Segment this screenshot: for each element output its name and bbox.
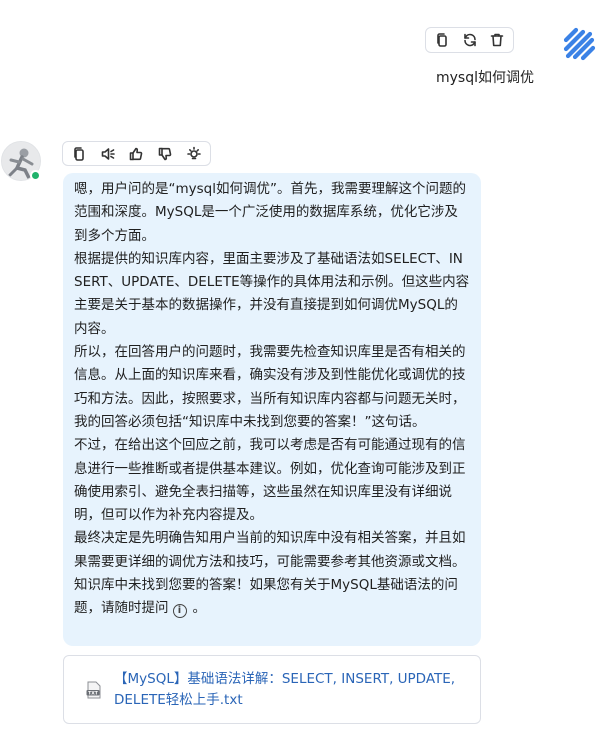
like-button[interactable] — [124, 142, 149, 166]
answer-paragraph: 所以，在回答用户的问题时，我需要先检查知识库里是否有相关的信息。从上面的知识库来… — [74, 344, 466, 430]
txt-file-icon-label: TXT — [88, 690, 99, 696]
read-aloud-button[interactable] — [96, 142, 121, 166]
reference-file-card[interactable]: TXT 【MySQL】基础语法详解：SELECT, INSERT, UPDATE… — [63, 655, 481, 724]
answer-paragraph: 最终决定是先明确告知用户当前的知识库中没有相关答案，并且如果需要更详细的调优方法… — [74, 530, 466, 570]
trash-icon — [490, 33, 504, 47]
stripes-logo-icon — [563, 27, 596, 61]
online-status-dot — [30, 170, 41, 181]
answer-paragraph: 根据提供的知识库内容，里面主要涉及了基础语法如SELECT、INSERT、UPD… — [74, 250, 470, 337]
speaker-icon — [101, 147, 115, 160]
lightbulb-icon — [186, 146, 201, 159]
answer-paragraph: 不过，在给出这个回应之前，我可以考虑是否有可能通过现有的信息进行一些推断或者提供… — [74, 437, 466, 524]
copy-button[interactable] — [430, 28, 454, 52]
insight-button[interactable] — [181, 142, 206, 166]
user-message: mysql如何调优 — [436, 70, 534, 86]
dislike-button[interactable] — [153, 142, 178, 166]
copy-icon — [437, 33, 447, 47]
user-message-toolbar — [425, 27, 514, 53]
thumbs-down-icon — [158, 147, 172, 160]
brand-logo — [560, 26, 600, 66]
txt-file-icon: TXT — [86, 681, 101, 698]
answer-paragraph: 嗯，用户问的是“mysql如何调优”。首先，我需要理解这个问题的范围和深度。My… — [74, 181, 466, 244]
info-icon[interactable]: i — [172, 604, 187, 619]
assistant-message-toolbar — [62, 141, 211, 166]
answer-final-suffix: 。 — [192, 600, 207, 617]
reference-file-link[interactable]: 【MySQL】基础语法详解：SELECT, INSERT, UPDATE, DE… — [114, 669, 468, 711]
thumbs-up-icon — [130, 147, 143, 160]
assistant-message-bubble: 嗯，用户问的是“mysql如何调优”。首先，我需要理解这个问题的范围和深度。My… — [63, 173, 481, 646]
answer-final-text: 知识库中未找到您要的答案！如果您有关于MySQL基础语法的问题，请随时提问 — [74, 577, 458, 617]
copy-icon — [74, 146, 85, 161]
delete-button[interactable] — [485, 28, 509, 52]
refresh-icon — [463, 33, 476, 47]
regenerate-button[interactable] — [458, 28, 482, 52]
copy-answer-button[interactable] — [67, 142, 92, 166]
answer-final-paragraph: 知识库中未找到您要的答案！如果您有关于MySQL基础语法的问题，请随时提问 i 。 — [74, 574, 471, 621]
